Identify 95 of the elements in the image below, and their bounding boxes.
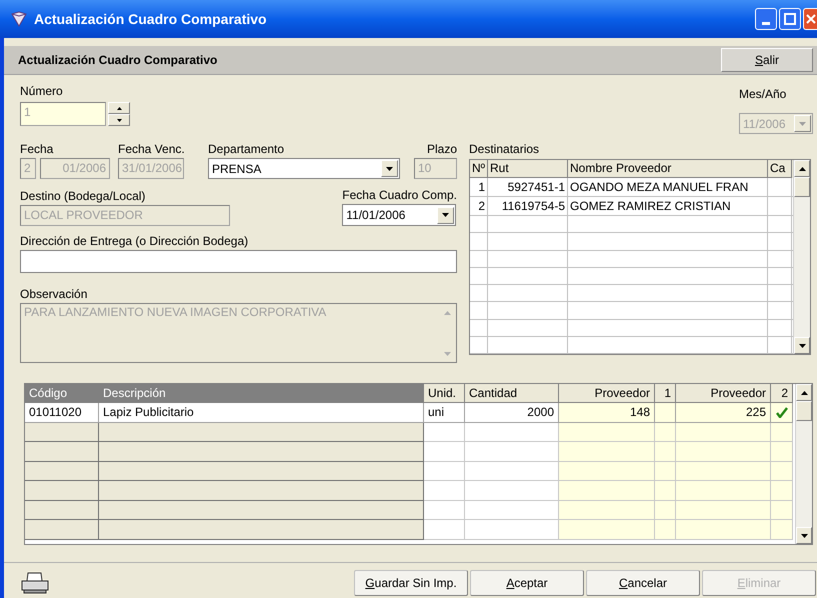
caret-down-icon <box>116 118 122 122</box>
choice-cell[interactable] <box>771 403 793 422</box>
table-cell <box>424 422 465 442</box>
field-label: Departamento <box>208 142 286 156</box>
field-label: Fecha Venc. <box>118 142 186 156</box>
column-header[interactable]: Proveedor <box>559 384 655 403</box>
table-cell <box>771 500 793 520</box>
caret-up-icon <box>800 390 808 394</box>
minimize-button[interactable] <box>755 8 777 30</box>
minimize-icon <box>762 22 770 25</box>
dropdown-button[interactable] <box>437 206 454 224</box>
department-dropdown[interactable]: PRENSA <box>208 158 400 179</box>
maximize-icon <box>784 13 796 25</box>
exit-button[interactable]: Salir <box>721 48 813 72</box>
app-icon <box>10 11 28 27</box>
action-button[interactable]: Guardar Sin Imp. <box>354 570 468 596</box>
caret-icon <box>442 213 450 217</box>
caret-icon <box>798 344 806 348</box>
choice-cell[interactable] <box>655 403 676 422</box>
spinner[interactable] <box>108 102 130 126</box>
printer-icon[interactable] <box>20 572 50 594</box>
scroll-down-button[interactable] <box>794 337 810 354</box>
table-cell: GOMEZ RAMIREZ CRISTIAN <box>568 197 768 215</box>
scrollbar[interactable] <box>793 160 810 354</box>
table-cell: 11619754-5 <box>488 197 568 215</box>
close-button[interactable] <box>803 8 817 30</box>
field-label: Mes/Año <box>739 87 788 101</box>
field-label: Destino (Bodega/Local) <box>20 189 146 203</box>
table-cell: 1 <box>470 178 488 196</box>
scroll-up-button[interactable] <box>796 384 812 401</box>
window-title: Actualización Cuadro Comparativo <box>34 10 267 29</box>
section-label: Destinatarios <box>469 142 540 156</box>
column-header[interactable]: Unid. <box>424 384 465 403</box>
table-cell <box>424 442 465 462</box>
caret-icon <box>800 534 808 538</box>
caret-up-icon <box>798 166 806 170</box>
column-header[interactable]: Descripción <box>99 384 424 403</box>
table-cell: OGANDO MEZA MANUEL FRAN <box>568 178 768 196</box>
field-label: Dirección de Entrega (o Dirección Bodega) <box>20 234 250 248</box>
table-cell <box>771 442 793 462</box>
column-header[interactable]: Proveedor <box>676 384 771 403</box>
table-cell <box>655 422 676 442</box>
dropdown-button[interactable] <box>381 160 398 177</box>
table-cell: 01011020 <box>25 403 99 422</box>
caret-icon <box>799 122 806 126</box>
scroll-thumb[interactable] <box>796 401 812 421</box>
field-label: Fecha <box>20 142 54 156</box>
table-cell <box>424 500 465 520</box>
column-header[interactable]: Cantidad <box>465 384 559 403</box>
field-label: Fecha Cuadro Comp. <box>342 188 457 202</box>
table-cell <box>655 500 676 520</box>
table-cell: 225 <box>676 403 771 422</box>
table-cell: 148 <box>559 403 655 422</box>
table-cell <box>655 462 676 481</box>
table-cell <box>655 481 676 500</box>
caret-up-icon <box>116 106 122 110</box>
action-button[interactable]: Cancelar <box>586 570 700 596</box>
column-header[interactable]: Nombre Proveedor <box>568 160 768 178</box>
address-field[interactable] <box>20 250 457 273</box>
column-header[interactable]: Ca <box>768 160 792 178</box>
table-cell <box>771 520 793 540</box>
column-header[interactable]: Rut <box>488 160 568 178</box>
table-cell: 2000 <box>465 403 559 422</box>
table-cell: uni <box>424 403 465 422</box>
caret-up-icon <box>444 310 451 314</box>
field-label: Observación <box>20 287 88 301</box>
table-cell <box>771 481 793 500</box>
scroll-up-button[interactable] <box>794 160 810 177</box>
table-cell <box>771 462 793 481</box>
table-cell <box>771 422 793 442</box>
table-cell: 2 <box>470 197 488 215</box>
column-header[interactable]: Código <box>25 384 99 403</box>
scroll-down-button[interactable] <box>796 527 812 544</box>
date-dropdown[interactable]: 11/01/2006 <box>342 204 456 226</box>
table-cell <box>655 520 676 540</box>
close-icon <box>806 14 816 24</box>
caret-down-icon <box>444 352 451 356</box>
field-label: Plazo <box>426 142 457 156</box>
table-cell: Lapiz Publicitario <box>99 403 424 422</box>
form-title: Actualización Cuadro Comparativo <box>18 52 218 69</box>
table-cell <box>424 520 465 540</box>
table-cell: 5927451-1 <box>488 178 568 196</box>
table-cell <box>424 462 465 481</box>
column-header[interactable]: 2 <box>771 384 793 403</box>
caret-icon <box>386 166 393 170</box>
checkmark-icon <box>776 406 788 418</box>
action-button[interactable]: Aceptar <box>470 570 584 596</box>
maximize-button[interactable] <box>779 8 801 30</box>
column-header[interactable]: Nº <box>470 160 488 178</box>
field-label: Número <box>20 84 64 98</box>
scrollbar[interactable] <box>795 384 812 544</box>
column-header[interactable]: 1 <box>655 384 676 403</box>
table-cell <box>424 481 465 500</box>
scroll-thumb[interactable] <box>794 177 810 197</box>
table-cell <box>655 442 676 462</box>
